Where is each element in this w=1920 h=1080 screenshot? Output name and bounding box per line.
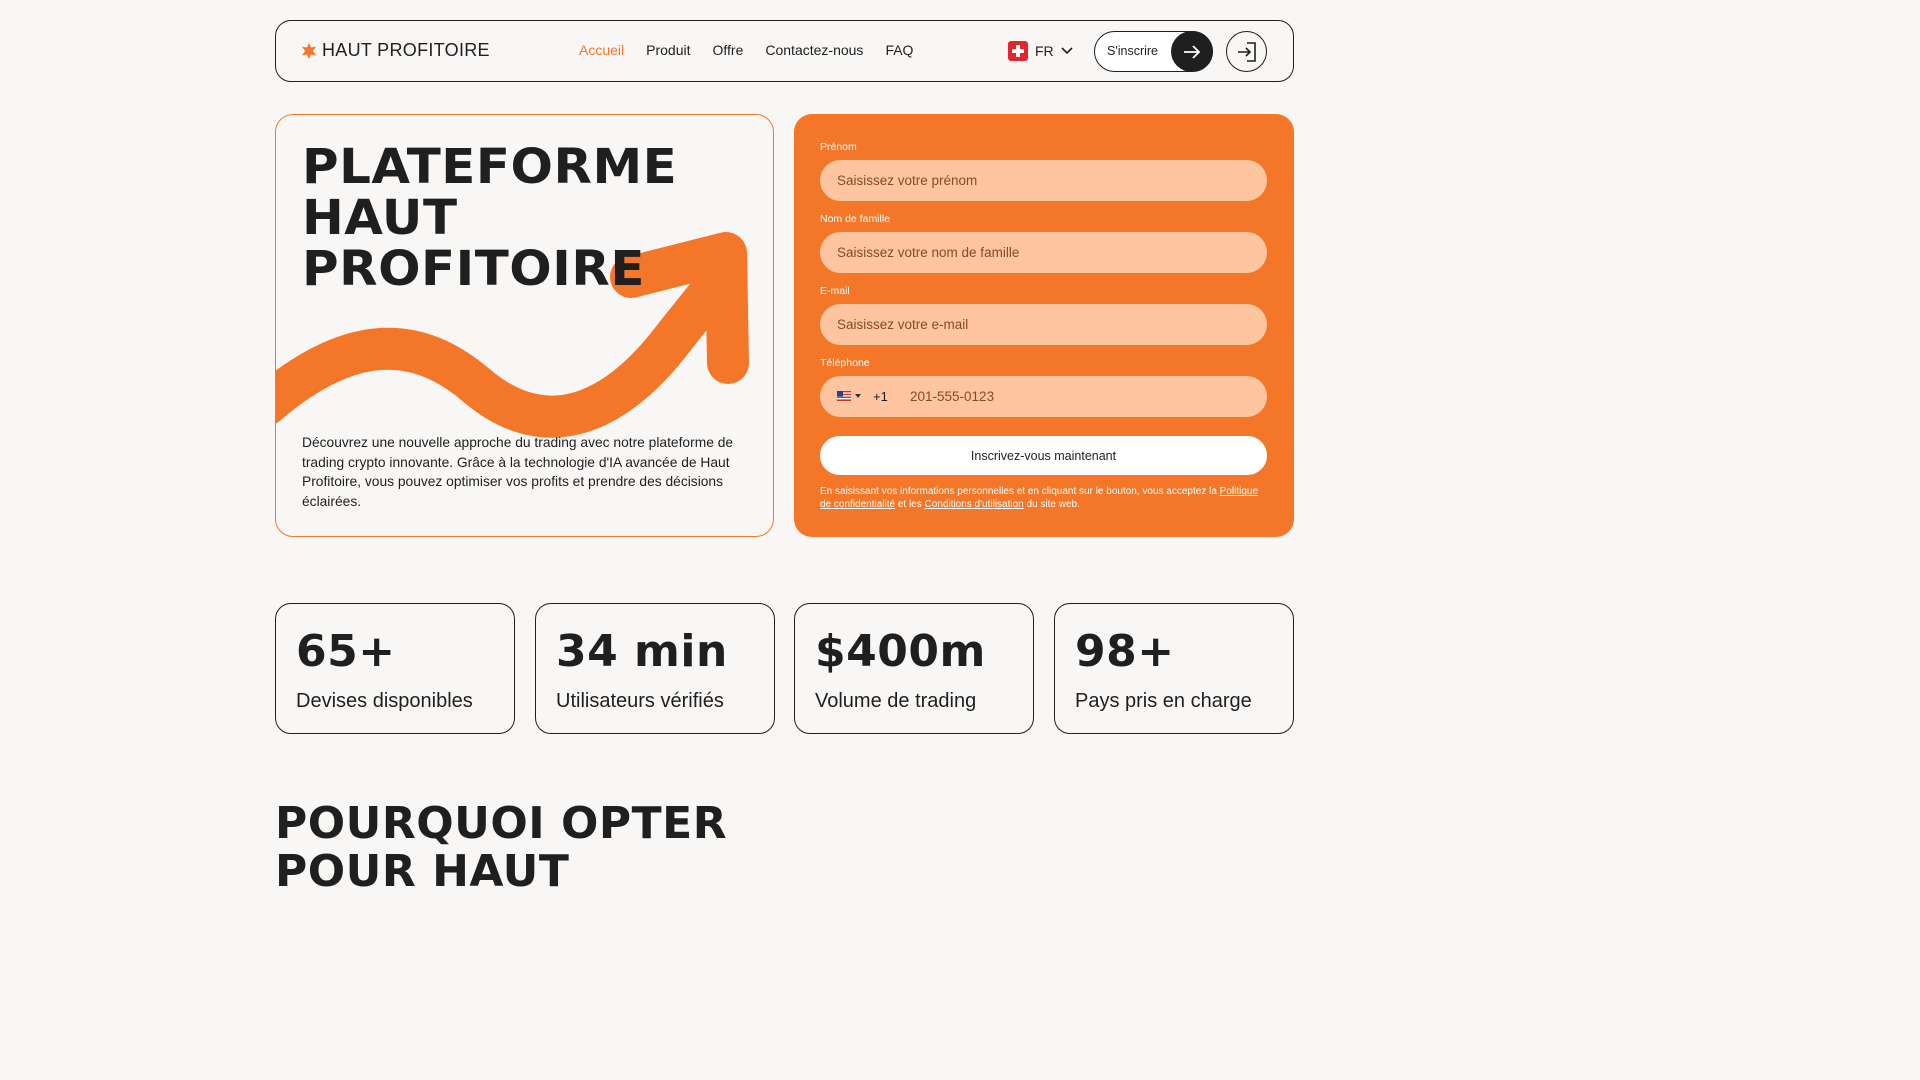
last-name-field[interactable]	[820, 232, 1267, 273]
email-field[interactable]	[820, 304, 1267, 345]
legal-suffix: du site web.	[1026, 499, 1080, 510]
signup-button[interactable]: S'inscrire	[1094, 31, 1213, 72]
hero-title-line-3: PROFITOIRE	[302, 241, 645, 297]
phone-field-wrapper: +1	[820, 376, 1267, 417]
why-choose-title: POURQUOI OPTER POUR HAUT	[275, 800, 727, 896]
nav-link-offre[interactable]: Offre	[713, 42, 744, 58]
legal-prefix: En saisissant vos informations personnel…	[820, 486, 1217, 497]
why-title-line-2: POUR HAUT	[275, 846, 570, 897]
stat-label: Utilisateurs vérifiés	[556, 690, 724, 712]
stat-label: Pays pris en charge	[1075, 690, 1252, 712]
us-flag-icon[interactable]	[837, 391, 851, 401]
signup-form: Prénom Nom de famille E-mail Téléphone +…	[794, 114, 1294, 537]
hero-description: Découvrez une nouvelle approche du tradi…	[302, 435, 734, 509]
logo[interactable]: HAUT PROFITOIRE	[301, 40, 490, 61]
top-navbar: HAUT PROFITOIRE Accueil Produit Offre Co…	[275, 20, 1294, 82]
logo-star-icon	[302, 42, 316, 59]
hero-title-line-2: HAUT	[302, 190, 458, 246]
stat-card-countries: 98+ Pays pris en charge	[1054, 603, 1294, 734]
stat-value: $400m	[815, 626, 986, 677]
stat-label: Devises disponibles	[296, 690, 473, 712]
terms-link[interactable]: Conditions d'utilisation	[925, 499, 1024, 510]
first-name-field[interactable]	[820, 160, 1267, 201]
arrow-right-icon	[1171, 31, 1213, 72]
nav-link-accueil[interactable]: Accueil	[579, 42, 624, 58]
stat-value: 65+	[296, 626, 396, 677]
language-code: FR	[1035, 43, 1054, 59]
hero-card: PLATEFORME HAUT PROFITOIRE Découvrez une…	[275, 114, 774, 537]
nav-link-produit[interactable]: Produit	[646, 42, 690, 58]
stat-value: 34 min	[556, 626, 728, 677]
hero-title-line-1: PLATEFORME	[302, 139, 678, 195]
nav-link-contact[interactable]: Contactez-nous	[765, 42, 863, 58]
signup-label: S'inscrire	[1107, 44, 1159, 58]
submit-button[interactable]: Inscrivez-vous maintenant	[820, 436, 1267, 475]
phone-label: Téléphone	[820, 357, 870, 369]
stat-label: Volume de trading	[815, 690, 977, 712]
nav-link-faq[interactable]: FAQ	[885, 42, 913, 58]
stat-card-currencies: 65+ Devises disponibles	[275, 603, 515, 734]
email-label: E-mail	[820, 285, 850, 297]
last-name-label: Nom de famille	[820, 213, 891, 225]
stat-card-volume: $400m Volume de trading	[794, 603, 1034, 734]
phone-field[interactable]	[910, 376, 1250, 417]
login-button[interactable]	[1226, 31, 1267, 72]
language-selector[interactable]: FR	[1008, 41, 1073, 61]
dial-code: +1	[873, 389, 888, 404]
first-name-label: Prénom	[820, 141, 857, 153]
hero-title: PLATEFORME HAUT PROFITOIRE	[302, 142, 677, 295]
chevron-down-icon	[1061, 47, 1073, 55]
legal-notice: En saisissant vos informations personnel…	[820, 485, 1270, 511]
main-nav: Accueil Produit Offre Contactez-nous FAQ	[579, 42, 913, 58]
why-title-line-1: POURQUOI OPTER	[275, 798, 728, 849]
login-icon	[1237, 41, 1256, 62]
logo-text: HAUT PROFITOIRE	[322, 40, 490, 60]
switzerland-flag-icon	[1008, 41, 1028, 61]
legal-and: et les	[897, 499, 922, 510]
country-caret-icon[interactable]	[855, 394, 861, 398]
stat-card-users: 34 min Utilisateurs vérifiés	[535, 603, 775, 734]
stat-value: 98+	[1075, 626, 1175, 677]
